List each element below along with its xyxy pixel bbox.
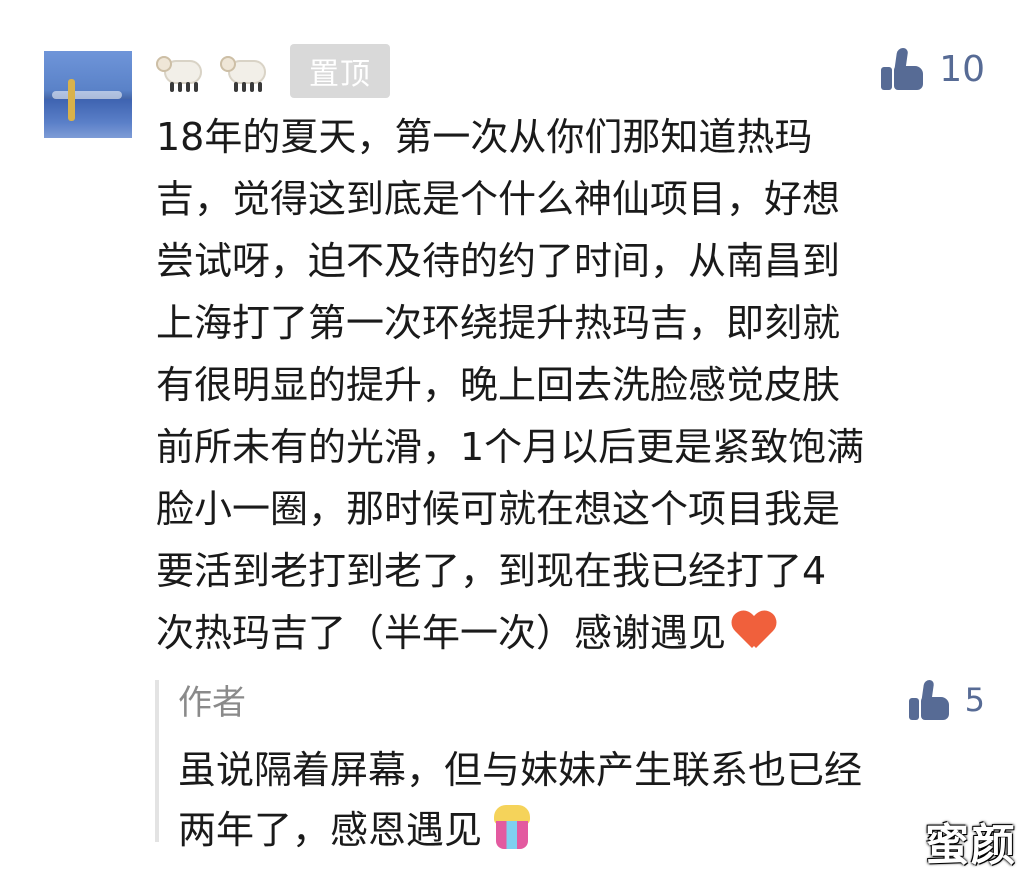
reply-line-text: 两年了，感恩遇见 [178,808,483,852]
reply-divider [155,680,159,842]
comment-line: 吉，觉得这到底是个什么神仙项目，好想 [156,177,841,221]
pinned-badge: 置顶 [290,44,390,98]
reply-like-button[interactable]: 5 [908,680,985,720]
comment-line: 上海打了第一次环绕提升热玛吉，即刻就 [156,301,841,345]
comment-line-last: 次热玛吉了（半年一次）感谢遇见 [156,602,976,664]
nickname: 置顶 [156,44,390,98]
avatar-sea [44,99,132,138]
reply-line: 虽说隔着屏幕，但与妹妹产生联系也已经 [178,748,863,792]
comment-line: 尝试呀，迫不及待的约了时间，从南昌到 [156,239,841,283]
comment-body: 18年的夏天，第一次从你们那知道热玛 吉，觉得这到底是个什么神仙项目，好想 尝试… [156,106,976,664]
comment-line: 18年的夏天，第一次从你们那知道热玛 [156,115,813,159]
reply-author-label: 作者 [178,683,246,723]
watermark: 蜜颜 [925,820,1017,871]
comment-line: 脸小一圈，那时候可就在想这个项目我是 [156,487,841,531]
reply-line-last: 两年了，感恩遇见 [178,800,988,860]
comment-like-count: 10 [939,48,985,90]
avatar-cloud [52,91,122,99]
sheep-icon [156,48,210,94]
user-avatar[interactable] [44,51,132,138]
comment-line: 前所未有的光滑，1个月以后更是紧致饱满 [156,425,865,469]
reply-like-count: 5 [964,681,985,719]
reply-body: 虽说隔着屏幕，但与妹妹产生联系也已经 两年了，感恩遇见 [178,740,988,860]
sheep-icon [220,48,274,94]
thumbs-up-icon [881,48,924,90]
popcorn-icon [490,805,534,851]
heart-icon [732,612,776,652]
comment-like-button[interactable]: 10 [881,48,985,90]
comment-screen: 置顶 10 18年的夏天，第一次从你们那知道热玛 吉，觉得这到底是个什么神仙项目… [0,0,1031,885]
avatar-person [68,79,75,121]
comment-line: 有很明显的提升，晚上回去洗脸感觉皮肤 [156,363,841,407]
comment-line-text: 次热玛吉了（半年一次）感谢遇见 [156,611,727,655]
thumbs-up-icon [908,680,949,720]
comment-line: 要活到老打到老了，到现在我已经打了4 [156,549,827,593]
